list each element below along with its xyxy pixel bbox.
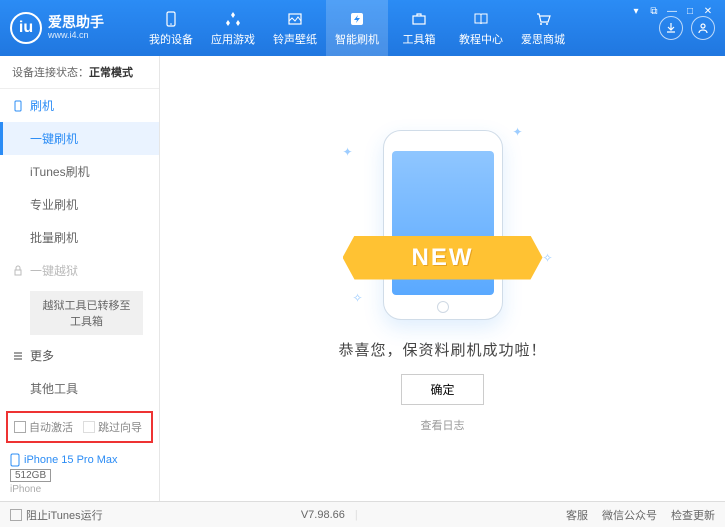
sidebar-group-jailbreak: 一键越狱 [0, 254, 159, 287]
menu-icon[interactable]: ▾ [629, 4, 643, 18]
skip-guide-checkbox[interactable]: 跳过向导 [83, 419, 142, 435]
titlebar: ▾ ⧉ — □ ✕ iu 爱思助手 www.i4.cn 我的设备 应用游戏 铃声… [0, 0, 725, 56]
logo: iu 爱思助手 www.i4.cn [10, 12, 140, 44]
ok-button[interactable]: 确定 [401, 374, 483, 405]
wallpaper-icon [286, 10, 304, 28]
statusbar: 阻止iTunes运行 V7.98.66 | 客服 微信公众号 检查更新 [0, 501, 725, 527]
fullscreen-icon[interactable]: ⧉ [647, 4, 661, 18]
sidebar-item-batch-flash[interactable]: 批量刷机 [0, 221, 159, 254]
sidebar-item-other-tools[interactable]: 其他工具 [0, 372, 159, 405]
logo-icon: iu [10, 12, 42, 44]
nav-toolbox[interactable]: 工具箱 [388, 0, 450, 56]
success-message: 恭喜您，保资料刷机成功啦！ [338, 339, 546, 360]
connection-status: 设备连接状态：正常模式 [0, 56, 159, 89]
sidebar-item-jailbreak-moved[interactable]: 越狱工具已转移至工具箱 [30, 291, 143, 335]
device-info[interactable]: iPhone 15 Pro Max 512GB iPhone [0, 447, 159, 501]
support-link[interactable]: 客服 [566, 507, 588, 523]
flash-icon [348, 10, 366, 28]
toolbox-icon [410, 10, 428, 28]
lock-icon [12, 265, 24, 277]
phone-graphic [383, 130, 503, 320]
flash-small-icon [12, 100, 24, 112]
auto-activate-checkbox[interactable]: 自动激活 [14, 419, 73, 435]
check-update-link[interactable]: 检查更新 [671, 507, 715, 523]
apps-icon [224, 10, 242, 28]
device-name-label: iPhone 15 Pro Max [24, 454, 118, 466]
device-storage-badge: 512GB [10, 469, 51, 482]
cart-icon [534, 10, 552, 28]
sidebar: 设备连接状态：正常模式 刷机 一键刷机 iTunes刷机 专业刷机 批量刷机 一… [0, 56, 160, 501]
sidebar-item-oneclick-flash[interactable]: 一键刷机 [0, 122, 159, 155]
sidebar-group-more[interactable]: 更多 [0, 339, 159, 372]
book-icon [472, 10, 490, 28]
app-title: 爱思助手 [48, 15, 104, 30]
minimize-icon[interactable]: — [665, 4, 679, 18]
maximize-icon[interactable]: □ [683, 4, 697, 18]
nav-store[interactable]: 爱思商城 [512, 0, 574, 56]
window-controls: ▾ ⧉ — □ ✕ [629, 4, 715, 18]
success-illustration: ✦ ✦ ✧ ✧ NEW [333, 125, 553, 325]
nav-apps[interactable]: 应用游戏 [202, 0, 264, 56]
view-log-link[interactable]: 查看日志 [421, 417, 465, 433]
sidebar-item-itunes-flash[interactable]: iTunes刷机 [0, 155, 159, 188]
nav-ringtones[interactable]: 铃声壁纸 [264, 0, 326, 56]
sidebar-group-flash[interactable]: 刷机 [0, 89, 159, 122]
new-ribbon: NEW [343, 236, 543, 280]
sidebar-item-pro-flash[interactable]: 专业刷机 [0, 188, 159, 221]
download-button[interactable] [659, 16, 683, 40]
user-button[interactable] [691, 16, 715, 40]
block-itunes-checkbox[interactable]: 阻止iTunes运行 [10, 507, 103, 523]
nav-tutorials[interactable]: 教程中心 [450, 0, 512, 56]
device-type-label: iPhone [10, 484, 149, 495]
close-icon[interactable]: ✕ [701, 4, 715, 18]
wechat-link[interactable]: 微信公众号 [602, 507, 657, 523]
app-url: www.i4.cn [48, 31, 104, 41]
menu-lines-icon [12, 350, 24, 362]
phone-icon [162, 10, 180, 28]
highlighted-options-box: 自动激活 跳过向导 [6, 411, 153, 443]
top-nav: 我的设备 应用游戏 铃声壁纸 智能刷机 工具箱 教程中心 爱思商城 [140, 0, 651, 56]
nav-smart-flash[interactable]: 智能刷机 [326, 0, 388, 56]
device-phone-icon [10, 453, 20, 467]
version-label: V7.98.66 [301, 509, 345, 521]
nav-my-device[interactable]: 我的设备 [140, 0, 202, 56]
sidebar-item-download-firmware[interactable]: 下载固件 [0, 405, 159, 407]
main-content: ✦ ✦ ✧ ✧ NEW 恭喜您，保资料刷机成功啦！ 确定 查看日志 [160, 56, 725, 501]
